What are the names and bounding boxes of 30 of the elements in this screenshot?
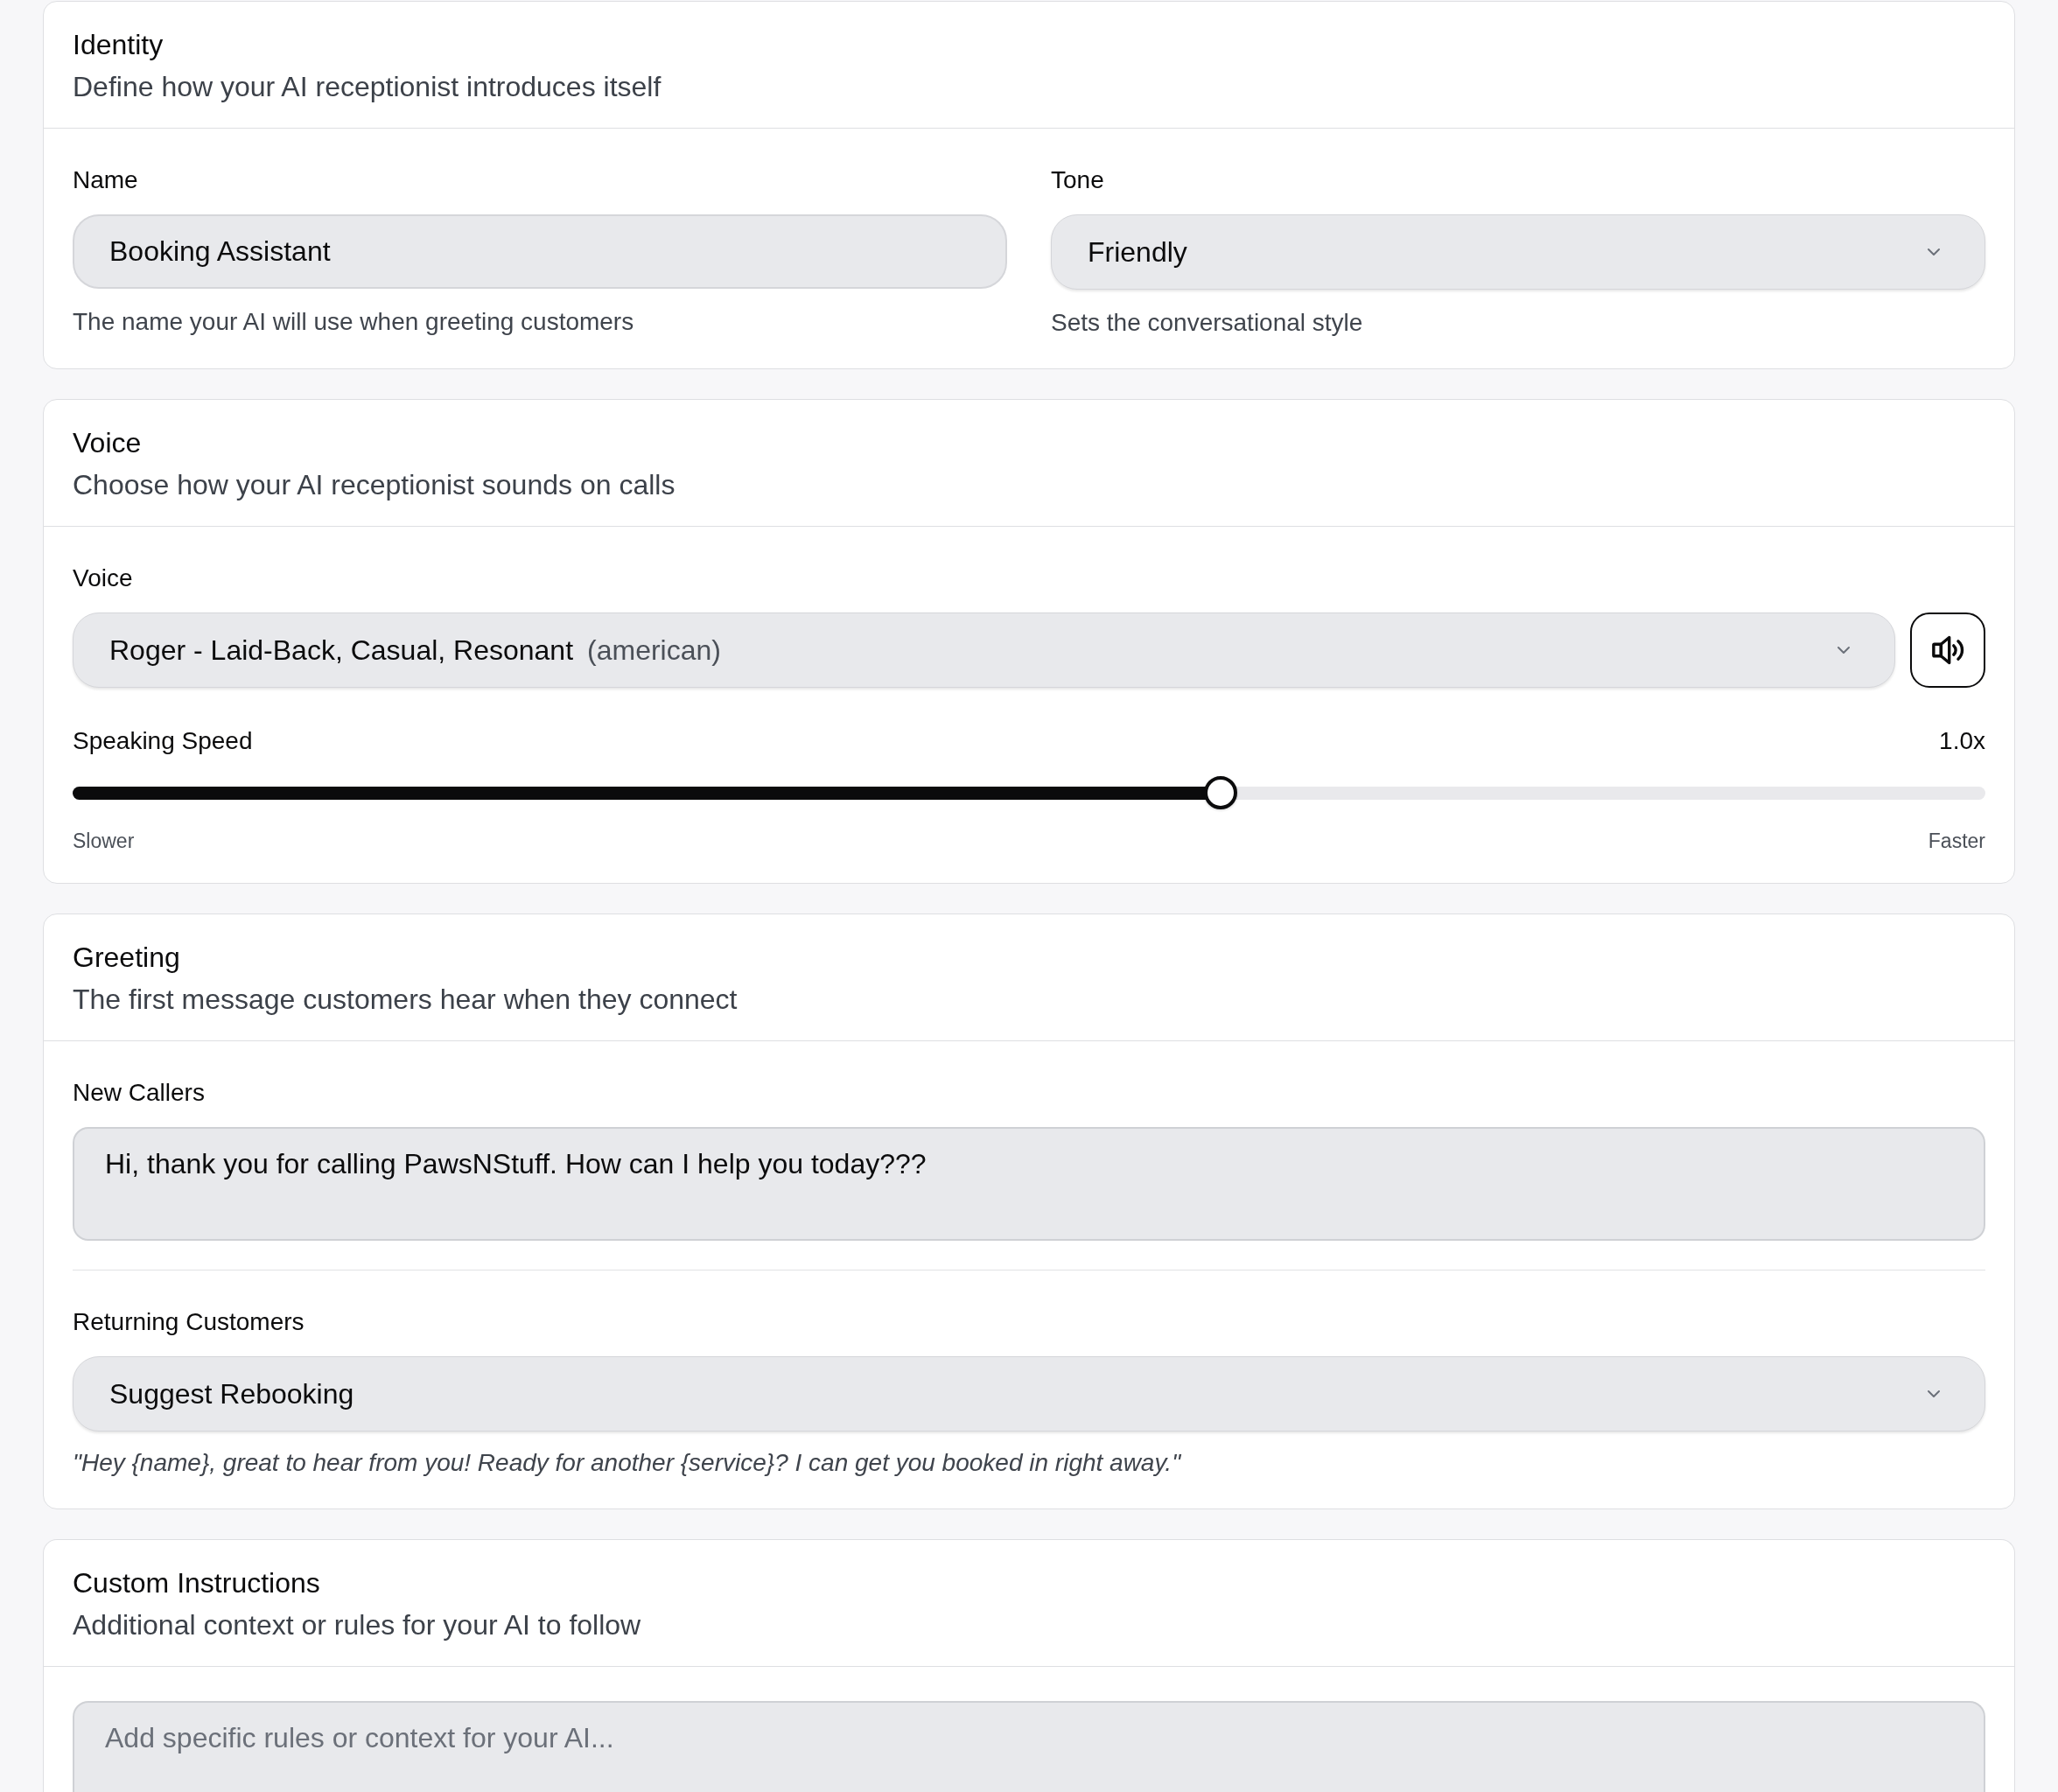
section-subtitle: Choose how your AI receptionist sounds on calls [73,468,676,502]
field-label: Speaking Speed [73,726,253,756]
dropdown-select[interactable]: Friendly [1051,214,1985,290]
slider-max-label: Faster [1928,829,1985,854]
slider-track[interactable] [73,776,1985,809]
section-title: Custom Instructions [73,1566,321,1600]
text-area[interactable]: Add specific rules or context for your AI... [73,1701,1985,1792]
section-title: Greeting [73,941,181,975]
field-label: Tone [1051,165,1105,195]
help-text: The name your AI will use when greeting customers [73,307,635,337]
example-text: "Hey {name}, great to hear from you! Ready for another {service}? I can get you booked in right away." [73,1448,1182,1478]
help-text: Sets the conversational style [1051,308,1364,338]
field-label: Name [73,165,139,195]
section-subtitle: Define how your AI receptionist introduces itself [73,70,662,104]
section-subtitle: The first message customers hear when they connect [73,983,738,1017]
dropdown-select[interactable]: Suggest Rebooking [73,1356,1985,1432]
slider-thumb[interactable] [1203,776,1237,809]
speed-value: 1.0x [1939,726,1985,756]
section-title: Identity [73,28,164,62]
field-label: Returning Customers [73,1307,305,1337]
slider-min-label: Slower [73,829,135,854]
dropdown-select[interactable]: Roger - Laid-Back, Casual, Resonant (american) [73,612,1895,688]
field-label: Voice [73,564,134,593]
section-title: Voice [73,426,143,460]
text-input[interactable]: Booking Assistant [73,214,1007,289]
speaker-button[interactable] [1910,612,1985,688]
field-label: New Callers [73,1078,206,1108]
section-subtitle: Additional context or rules for your AI to follow [73,1608,642,1642]
speaker-icon [1931,635,1964,665]
text-area[interactable]: Hi, thank you for calling PawsNStuff. How can I help you today??? [73,1127,1985,1241]
